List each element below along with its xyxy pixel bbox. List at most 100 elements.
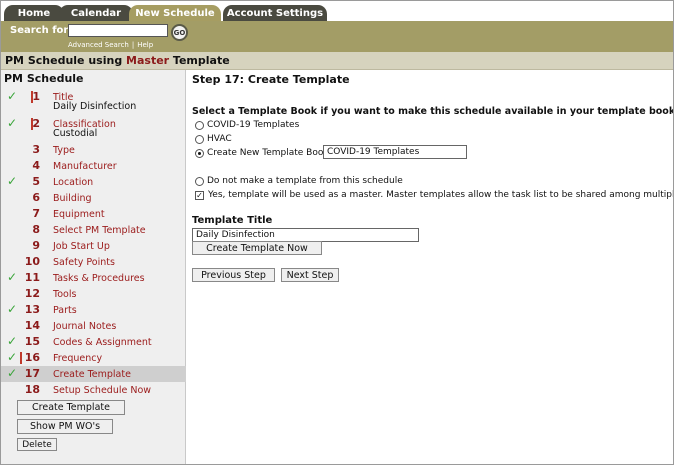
step-label: Tasks & Procedures bbox=[53, 273, 145, 284]
go-button[interactable]: GO bbox=[171, 24, 188, 41]
step-label: Setup Schedule Now bbox=[53, 385, 152, 396]
option-hvac[interactable]: HVAC bbox=[195, 133, 232, 145]
sidebar-step-parts[interactable]: ✓ 13 Parts bbox=[1, 302, 186, 318]
step-title: Step 17: Create Template bbox=[192, 73, 350, 86]
sidebar-step-equipment[interactable]: 7 Equipment bbox=[1, 206, 186, 222]
template-book-heading: Select a Template Book if you want to ma… bbox=[192, 106, 674, 117]
step-label: Safety Points bbox=[53, 257, 115, 268]
step-number: 3 bbox=[32, 143, 40, 156]
step-label: Select PM Template bbox=[53, 225, 146, 236]
sidebar-heading: PM Schedule bbox=[4, 72, 84, 85]
step-label: Codes & Assignment bbox=[53, 337, 152, 348]
step-label: Building bbox=[53, 193, 92, 204]
main-content: Step 17: Create Template Select a Templa… bbox=[187, 70, 674, 464]
step-label: Parts bbox=[53, 305, 77, 316]
step-label: Type bbox=[53, 145, 75, 156]
page-title-prefix: PM Schedule using bbox=[5, 54, 127, 67]
tab-home[interactable]: Home bbox=[4, 5, 64, 21]
step-number: 10 bbox=[24, 255, 40, 268]
step-label: Job Start Up bbox=[53, 241, 110, 252]
option-covid-templates[interactable]: COVID-19 Templates bbox=[195, 119, 299, 131]
master-checkbox[interactable]: ✓ bbox=[195, 190, 204, 200]
new-template-book-input[interactable] bbox=[323, 145, 467, 159]
tab-calendar[interactable]: Calendar bbox=[59, 5, 133, 21]
step-label: Equipment bbox=[53, 209, 105, 220]
step-label: Create Template bbox=[53, 369, 131, 380]
sidebar-step-building[interactable]: 6 Building bbox=[1, 190, 186, 206]
step-number: 16 bbox=[24, 351, 40, 364]
step-number: 4 bbox=[32, 159, 40, 172]
master-checkbox-label: Yes, template will be used as a master. … bbox=[208, 190, 673, 200]
step-number: 17 bbox=[24, 367, 40, 380]
step-number: 9 bbox=[32, 239, 40, 252]
step-number: 5 bbox=[32, 175, 40, 188]
previous-step-button[interactable]: Previous Step bbox=[192, 268, 275, 282]
search-links: Advanced Search | Help bbox=[68, 41, 153, 49]
step-number: 14 bbox=[24, 319, 40, 332]
sidebar-step-job-start-up[interactable]: 9 Job Start Up bbox=[1, 238, 186, 254]
sidebar-step-tools[interactable]: 12 Tools bbox=[1, 286, 186, 302]
step-number: 12 bbox=[24, 287, 40, 300]
tab-bar: Home Calendar New Schedule Account Setti… bbox=[1, 1, 673, 21]
sidebar-step-journal-notes[interactable]: 14 Journal Notes bbox=[1, 318, 186, 334]
step-number: 8 bbox=[32, 223, 40, 236]
step-value: Custodial bbox=[53, 128, 98, 139]
sidebar-step-tasks-procedures[interactable]: ✓ 11 Tasks & Procedures bbox=[1, 270, 186, 286]
title-bar: PM Schedule using Master Template bbox=[1, 52, 673, 70]
page-title-accent: Master bbox=[126, 54, 170, 67]
sidebar-step-manufacturer[interactable]: 4 Manufacturer bbox=[1, 158, 186, 174]
create-template-button[interactable]: Create Template bbox=[17, 400, 125, 415]
sidebar-step-setup-schedule-now[interactable]: 18 Setup Schedule Now bbox=[1, 382, 186, 398]
step-label: Manufacturer bbox=[53, 161, 117, 172]
radio-button[interactable] bbox=[195, 134, 204, 144]
sidebar-step-create-template[interactable]: ✓ 17 Create Template bbox=[1, 366, 186, 382]
search-bar: Search for: GO Advanced Search | Help bbox=[1, 21, 673, 52]
step-label: Journal Notes bbox=[53, 321, 117, 332]
step-value: Daily Disinfection bbox=[53, 101, 137, 112]
option-label: HVAC bbox=[207, 134, 232, 144]
tab-account-settings[interactable]: Account Settings bbox=[223, 5, 327, 21]
page-title-suffix: Template bbox=[169, 54, 230, 67]
show-pm-wos-button[interactable]: Show PM WO's bbox=[17, 419, 113, 434]
template-title-input[interactable] bbox=[192, 228, 419, 242]
sidebar-step-title[interactable]: ✓ 1 Title Daily Disinfection bbox=[1, 89, 186, 115]
sidebar-step-classification[interactable]: ✓ 2 Classification Custodial bbox=[1, 116, 186, 142]
radio-button-selected[interactable] bbox=[195, 148, 204, 158]
step-label: Location bbox=[53, 177, 94, 188]
radio-button[interactable] bbox=[195, 120, 204, 130]
master-template-option[interactable]: ✓ Yes, template will be used as a master… bbox=[195, 189, 673, 201]
radio-button[interactable] bbox=[195, 176, 204, 186]
sidebar-step-select-pm-template[interactable]: 8 Select PM Template bbox=[1, 222, 186, 238]
link-separator: | bbox=[131, 41, 135, 49]
step-label: Tools bbox=[53, 289, 77, 300]
delete-button[interactable]: Delete bbox=[17, 438, 57, 451]
help-link[interactable]: Help bbox=[137, 41, 153, 49]
option-label: Do not make a template from this schedul… bbox=[207, 176, 403, 186]
option-no-template[interactable]: Do not make a template from this schedul… bbox=[195, 175, 403, 187]
step-number: 6 bbox=[32, 191, 40, 204]
search-label: Search for: bbox=[10, 25, 73, 36]
app-window: Home Calendar New Schedule Account Setti… bbox=[0, 0, 674, 465]
step-label: Frequency bbox=[53, 353, 103, 364]
step-number: 13 bbox=[24, 303, 40, 316]
step-number: 15 bbox=[24, 335, 40, 348]
sidebar-step-type[interactable]: 3 Type bbox=[1, 142, 186, 158]
template-title-label: Template Title bbox=[192, 215, 273, 226]
sidebar-step-safety-points[interactable]: 10 Safety Points bbox=[1, 254, 186, 270]
search-input[interactable] bbox=[68, 24, 168, 37]
sidebar: PM Schedule ✓ 1 Title Daily Disinfection… bbox=[1, 70, 186, 464]
option-create-new-book[interactable]: Create New Template Book bbox=[195, 147, 329, 159]
next-step-button[interactable]: Next Step bbox=[281, 268, 339, 282]
tab-new-schedule[interactable]: New Schedule bbox=[129, 5, 221, 21]
sidebar-step-location[interactable]: ✓ 5 Location bbox=[1, 174, 186, 190]
option-label: COVID-19 Templates bbox=[207, 120, 300, 130]
step-number: 18 bbox=[24, 383, 40, 396]
step-number: 7 bbox=[32, 207, 40, 220]
option-label: Create New Template Book bbox=[207, 148, 329, 158]
sidebar-step-codes-assignment[interactable]: ✓ 15 Codes & Assignment bbox=[1, 334, 186, 350]
advanced-search-link[interactable]: Advanced Search bbox=[68, 41, 129, 49]
sidebar-step-frequency[interactable]: ✓ 16 Frequency bbox=[1, 350, 186, 366]
step-number: 2 bbox=[32, 117, 40, 130]
create-template-now-button[interactable]: Create Template Now bbox=[192, 241, 322, 255]
page-title: PM Schedule using Master Template bbox=[5, 54, 230, 67]
